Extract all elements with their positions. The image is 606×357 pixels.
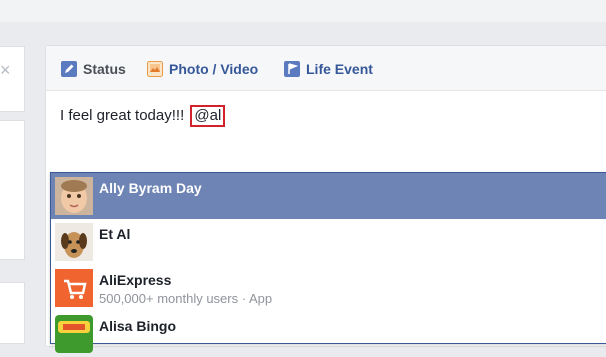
suggestion-name: Ally Byram Day bbox=[99, 180, 202, 196]
suggestion-item[interactable]: Et Al bbox=[51, 219, 606, 265]
close-icon[interactable]: × bbox=[0, 60, 12, 80]
suggestion-item[interactable]: AliExpress 500,000+ monthly users · App bbox=[51, 265, 606, 311]
tab-status[interactable]: Status bbox=[61, 59, 126, 79]
tab-photo-video-label: Photo / Video bbox=[169, 61, 259, 77]
left-card bbox=[0, 282, 25, 344]
aliexpress-cart-icon bbox=[55, 269, 93, 307]
composer-tabs: Status Photo / Video Life Event bbox=[46, 46, 606, 91]
child-photo bbox=[55, 177, 93, 215]
left-card bbox=[0, 120, 25, 260]
suggestion-name: Et Al bbox=[99, 226, 131, 242]
suggestion-subtitle: 500,000+ monthly users · App bbox=[99, 291, 273, 306]
suggestion-item[interactable]: Alisa Bingo bbox=[51, 311, 606, 357]
mention-query: @al bbox=[190, 105, 226, 127]
mention-suggestions: Ally Byram Day Et Al AliExpress 500,000+… bbox=[50, 172, 606, 353]
tab-life-event-label: Life Event bbox=[306, 61, 373, 77]
tab-status-label: Status bbox=[83, 61, 126, 77]
suggestion-name: AliExpress bbox=[99, 272, 172, 288]
top-bar bbox=[0, 0, 606, 22]
status-input[interactable]: I feel great today!!! @al bbox=[60, 105, 226, 127]
suggestion-name: Alisa Bingo bbox=[99, 318, 177, 334]
tab-photo-video[interactable]: Photo / Video bbox=[147, 59, 258, 79]
status-text: I feel great today!!! bbox=[60, 107, 185, 124]
flag-icon bbox=[284, 61, 300, 77]
pencil-icon bbox=[61, 61, 77, 77]
bingo-app-icon bbox=[55, 315, 93, 353]
suggestion-item[interactable]: Ally Byram Day bbox=[51, 173, 606, 219]
dog-photo bbox=[55, 223, 93, 261]
tab-life-event[interactable]: Life Event bbox=[284, 59, 373, 79]
photo-icon bbox=[147, 61, 163, 77]
